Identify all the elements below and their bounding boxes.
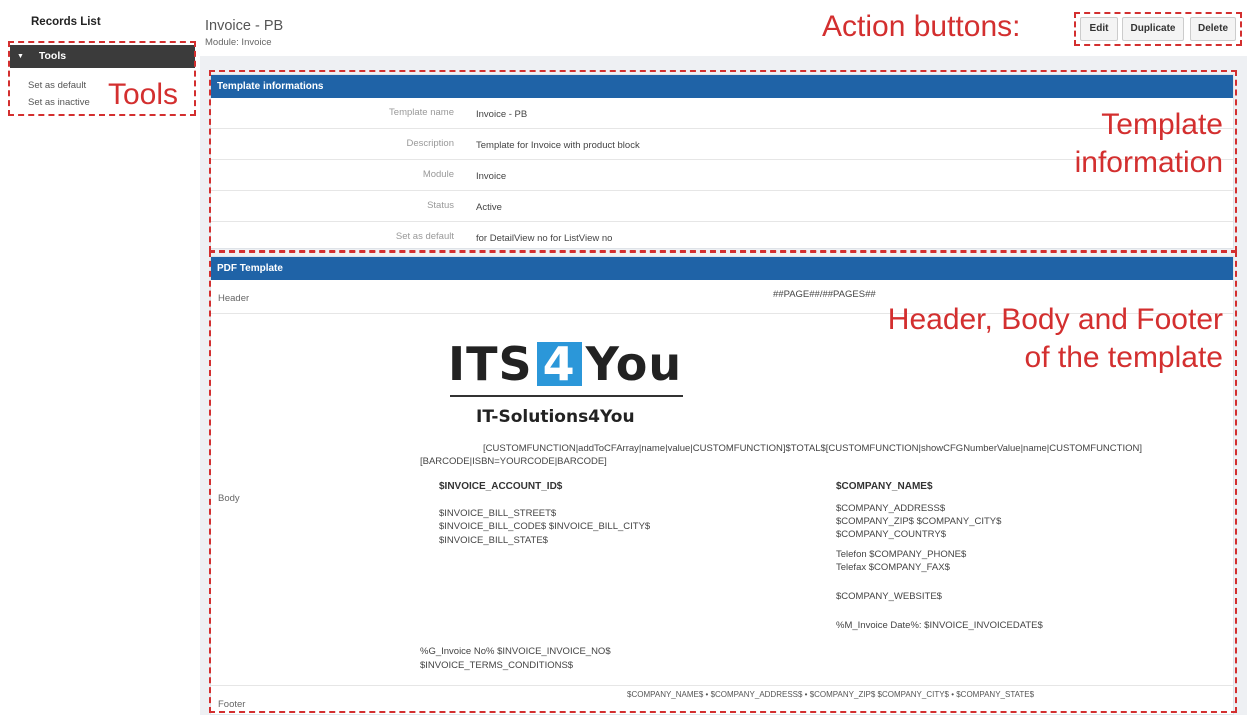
app-root: Records List ▼ Tools Set as default Set … [0, 0, 1247, 715]
hbf-annotation-line1: Header, Body and Footer [887, 303, 1223, 336]
page-title: Invoice - PB [205, 18, 284, 34]
template-info-annotation-line2: information [1074, 146, 1223, 179]
action-buttons-annotation: Action buttons: [822, 10, 1021, 43]
page-subtitle: Module: Invoice [205, 37, 272, 48]
tools-annotation: Tools [108, 78, 179, 111]
hbf-annotation-line2: of the template [1024, 341, 1223, 374]
sidebar-title: Records List [31, 16, 101, 28]
template-info-annotation-line1: Template [1101, 108, 1223, 141]
action-buttons-annotation-box [1074, 12, 1242, 46]
